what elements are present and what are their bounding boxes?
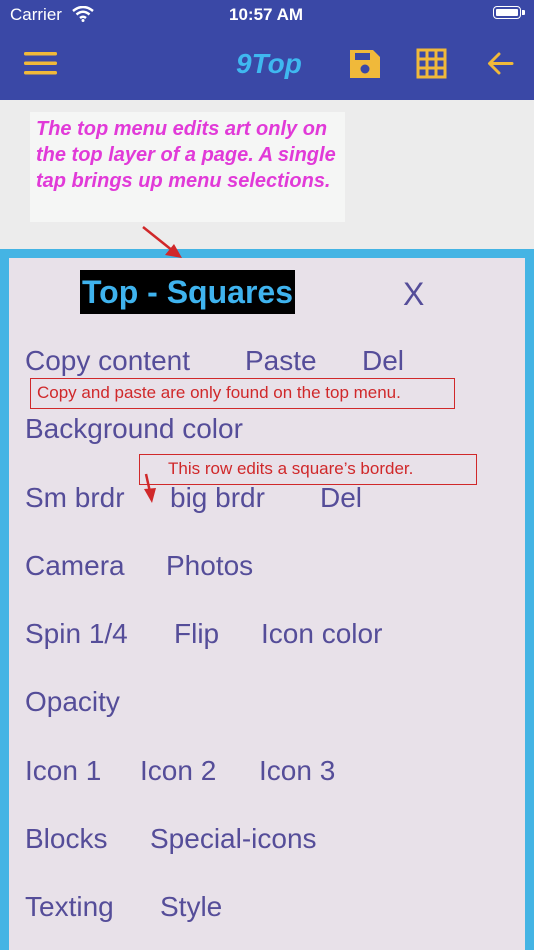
big-border-button[interactable]: big brdr — [170, 482, 265, 514]
special-icons-button[interactable]: Special-icons — [150, 823, 317, 855]
photos-button[interactable]: Photos — [166, 550, 253, 582]
background-color-button[interactable]: Background color — [25, 413, 243, 445]
opacity-button[interactable]: Opacity — [25, 686, 120, 718]
carrier-label: Carrier — [10, 5, 62, 24]
navigation-bar: Carrier 10:57 AM 9Top — [0, 0, 534, 100]
hamburger-menu-icon[interactable] — [22, 44, 62, 84]
delete-border-button[interactable]: Del — [320, 482, 362, 514]
copy-content-button[interactable]: Copy content — [25, 345, 190, 377]
delete-button[interactable]: Del — [362, 345, 404, 377]
blocks-button[interactable]: Blocks — [25, 823, 107, 855]
camera-button[interactable]: Camera — [25, 550, 125, 582]
clock: 10:57 AM — [229, 5, 304, 24]
icon-2-button[interactable]: Icon 2 — [140, 755, 216, 787]
texting-button[interactable]: Texting — [25, 891, 114, 923]
icon-color-button[interactable]: Icon color — [261, 618, 382, 650]
copy-paste-callout: Copy and paste are only found on the top… — [30, 378, 455, 409]
grid-icon[interactable] — [414, 44, 454, 84]
spin-quarter-button[interactable]: Spin 1/4 — [25, 618, 128, 650]
app-title: 9Top — [236, 48, 302, 79]
wifi-icon — [72, 6, 94, 22]
close-button[interactable]: X — [403, 276, 424, 313]
back-arrow-icon[interactable] — [483, 44, 523, 84]
flip-button[interactable]: Flip — [174, 618, 219, 650]
icon-1-button[interactable]: Icon 1 — [25, 755, 101, 787]
battery-icon — [493, 6, 525, 19]
instruction-note: The top menu edits art only on the top l… — [30, 112, 345, 222]
border-row-callout: This row edits a square’s border. — [139, 454, 477, 485]
paste-button[interactable]: Paste — [245, 345, 317, 377]
panel-title: Top - Squares — [80, 270, 295, 314]
small-border-button[interactable]: Sm brdr — [25, 482, 125, 514]
icon-3-button[interactable]: Icon 3 — [259, 755, 335, 787]
style-button[interactable]: Style — [160, 891, 222, 923]
save-icon[interactable] — [345, 44, 385, 84]
